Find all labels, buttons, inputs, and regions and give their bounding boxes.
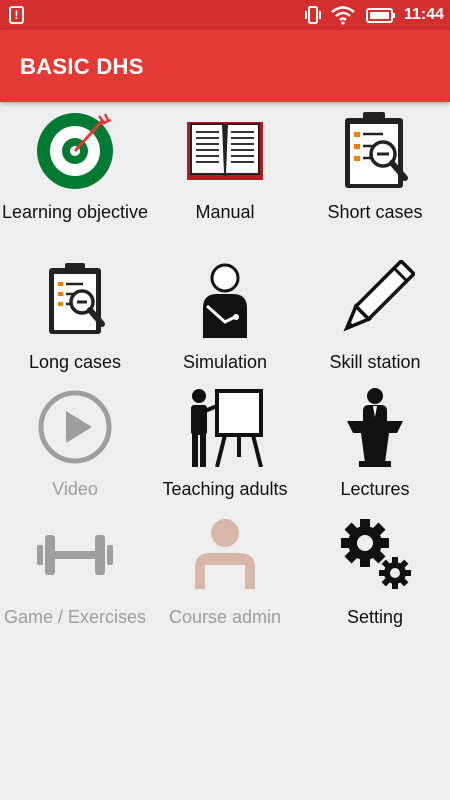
menu-item-label: Setting [346, 607, 404, 627]
pencil-icon [343, 260, 415, 332]
wifi-icon [331, 6, 355, 25]
menu-item-game-exercises[interactable]: Game / Exercises [0, 515, 150, 642]
status-bar: ! 11:44 [0, 0, 450, 30]
menu-item-skill-station[interactable]: Skill station [300, 260, 450, 387]
menu-item-label: Manual [195, 202, 255, 222]
app-bar: BASIC DHS [0, 30, 450, 102]
menu-item-label: Game / Exercises [3, 607, 147, 627]
menu-item-label: Learning objective [1, 202, 149, 222]
patient-icon [203, 263, 247, 338]
vibrate-icon [304, 6, 321, 24]
menu-item-label: Course admin [168, 607, 282, 627]
target-icon [37, 113, 113, 189]
book-icon [187, 122, 263, 180]
lectern-icon [347, 388, 403, 467]
menu-item-learning-objective[interactable]: Learning objective [0, 110, 150, 237]
menu-item-setting[interactable]: Setting [300, 515, 450, 642]
menu-item-teaching-adults[interactable]: Teaching adults [150, 387, 300, 514]
menu-item-label: Lectures [340, 479, 410, 499]
menu-item-label: Video [52, 479, 98, 499]
app-title: BASIC DHS [20, 54, 144, 79]
menu-item-manual[interactable]: Manual [150, 110, 300, 237]
menu-item-long-cases[interactable]: Long cases [0, 260, 150, 387]
status-icons: 11:44 [304, 5, 444, 25]
play-icon [38, 390, 112, 464]
admin-person-icon [195, 519, 255, 589]
menu-item-label: Skill station [329, 352, 421, 372]
menu-item-simulation[interactable]: Simulation [150, 260, 300, 387]
gears-icon [341, 519, 411, 589]
menu-item-label: Long cases [28, 352, 122, 372]
dumbbell-icon [37, 535, 113, 575]
menu-item-short-cases[interactable]: Short cases [300, 110, 450, 237]
menu-item-lectures[interactable]: Lectures [300, 387, 450, 514]
battery-icon [365, 8, 395, 23]
alert-icon: ! [9, 6, 24, 24]
menu-item-label: Short cases [327, 202, 423, 222]
clipboard-magnifier-icon [49, 263, 105, 334]
menu-item-video[interactable]: Video [0, 387, 150, 514]
clock: 11:44 [403, 6, 444, 23]
menu-item-course-admin[interactable]: Course admin [150, 515, 300, 642]
menu-item-label: Simulation [182, 352, 268, 372]
menu-item-label: Teaching adults [162, 479, 288, 499]
teacher-icon [191, 389, 263, 467]
clipboard-magnifier-icon [345, 112, 408, 188]
